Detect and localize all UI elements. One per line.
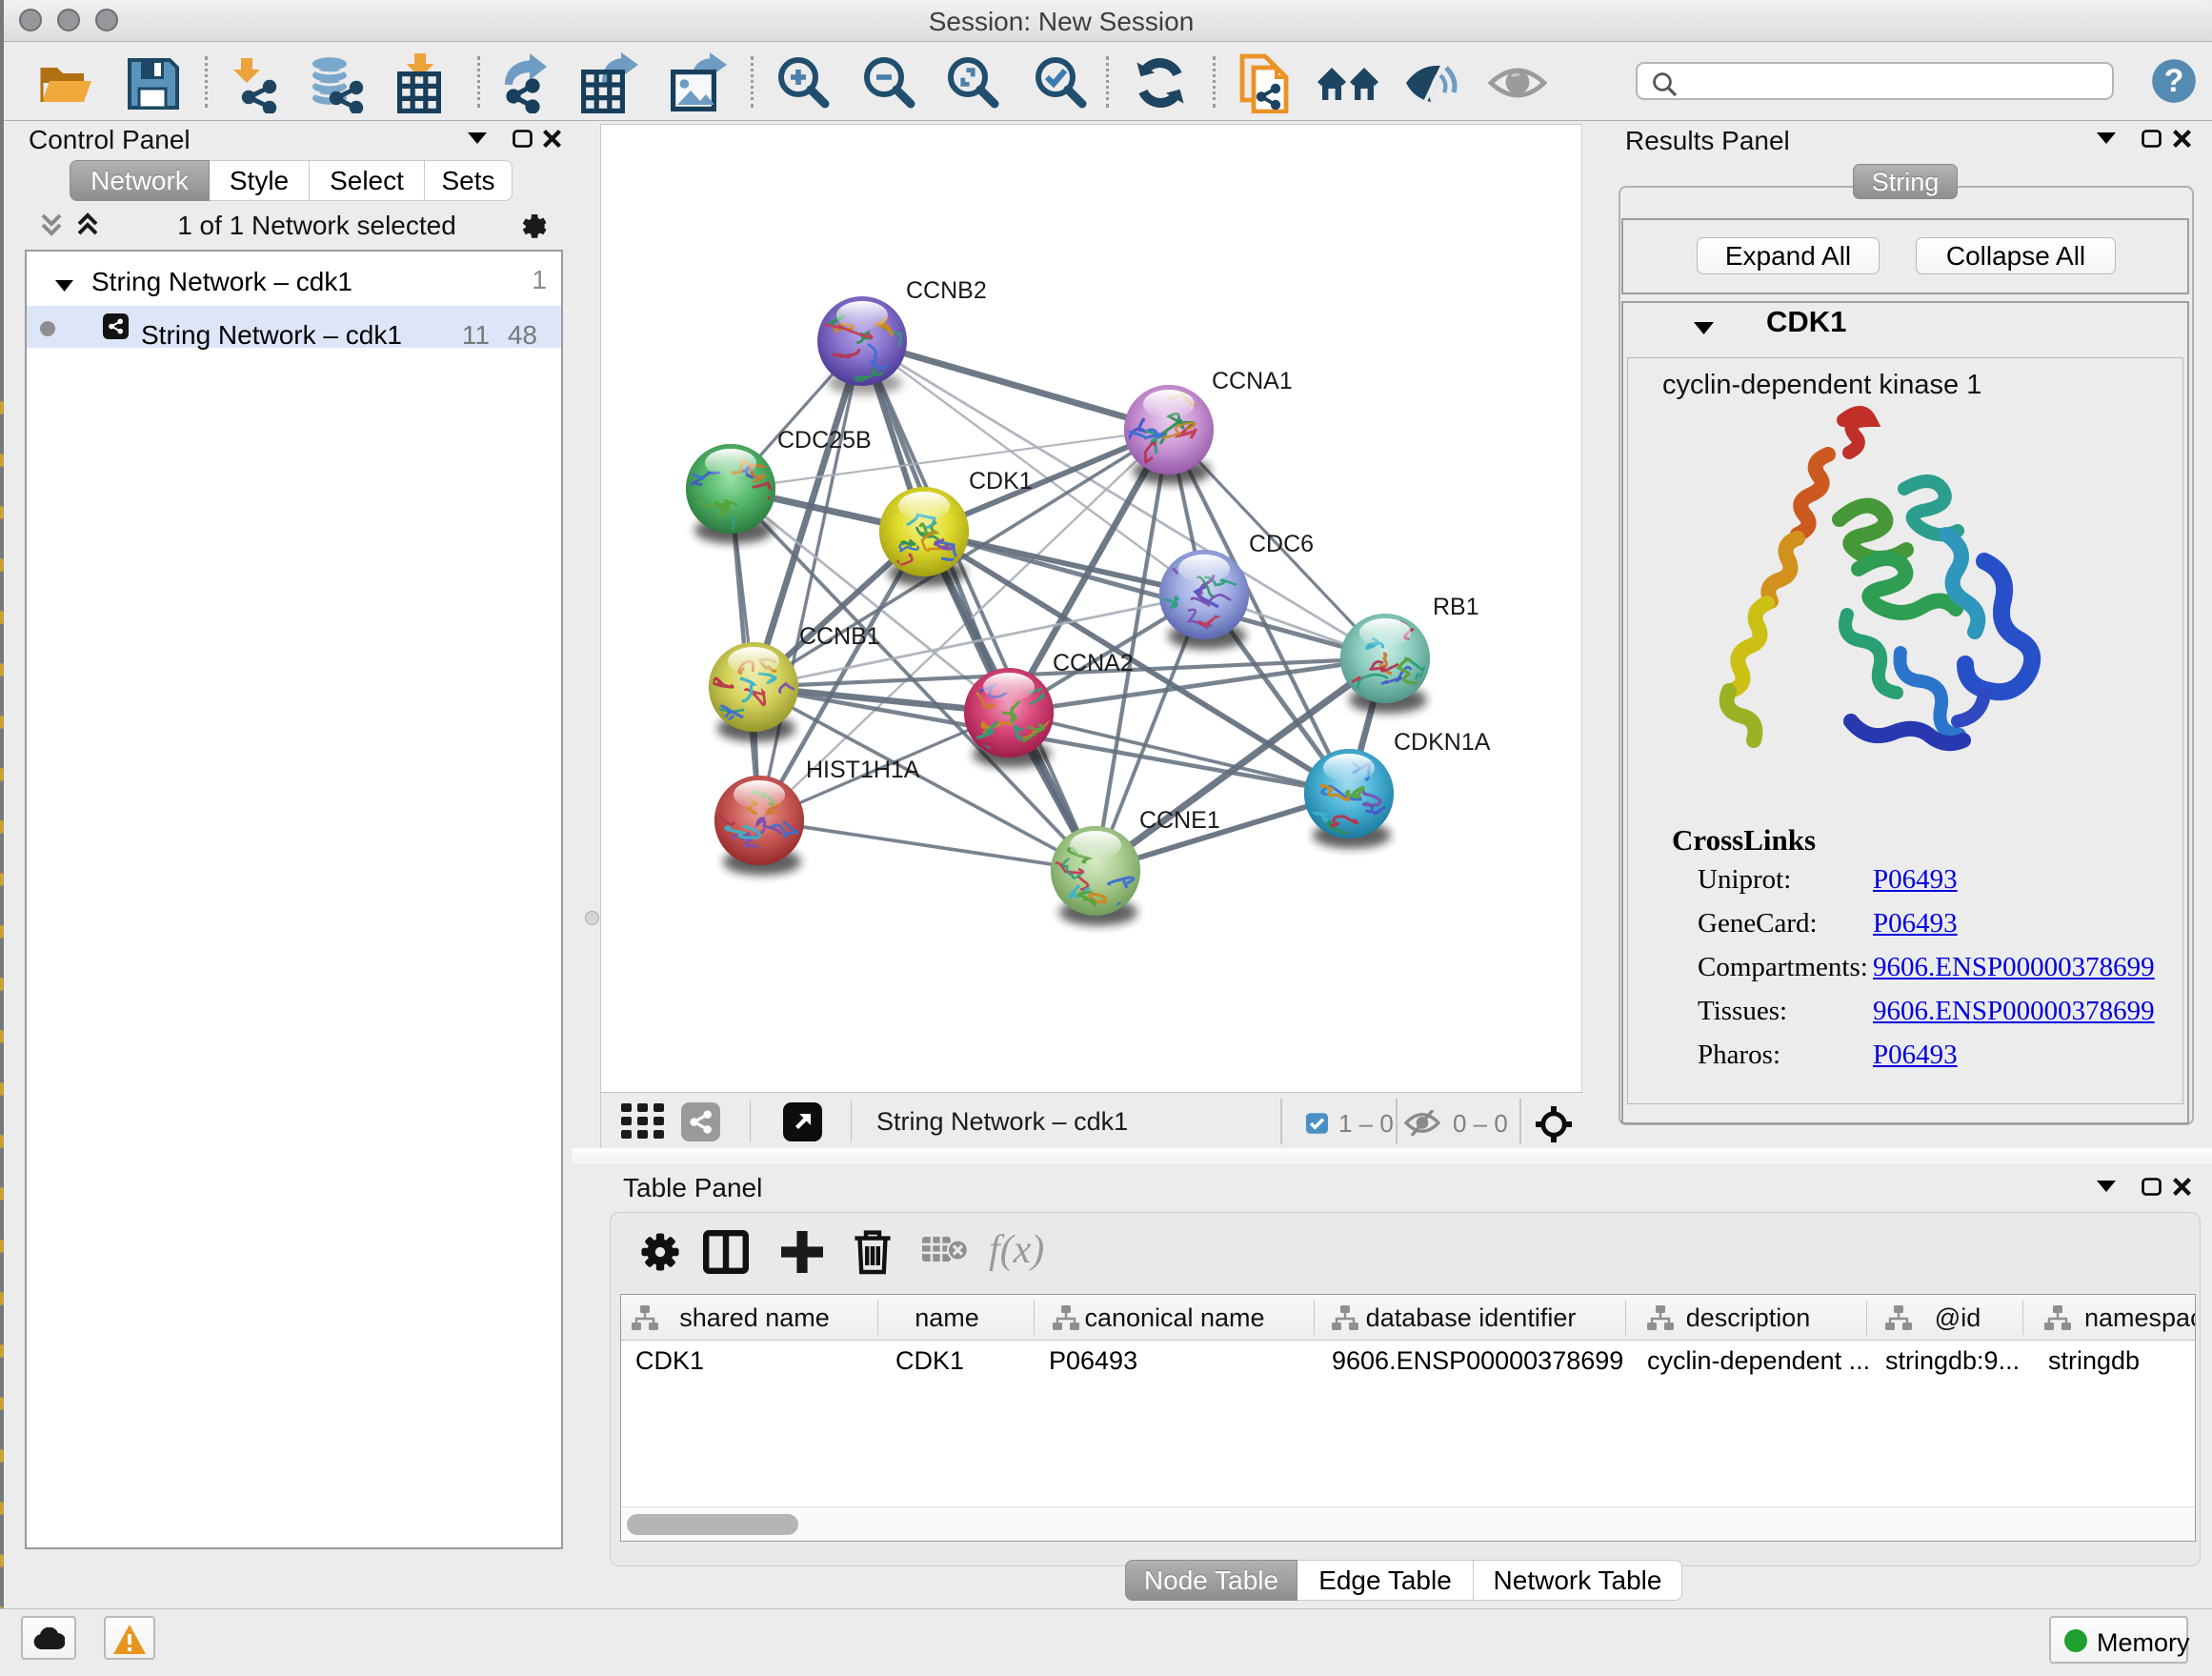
svg-text:HIST1H1A: HIST1H1A bbox=[806, 757, 920, 783]
svg-text:CCNA2: CCNA2 bbox=[1053, 650, 1134, 676]
svg-text:CCNE1: CCNE1 bbox=[1139, 807, 1220, 834]
svg-text:?: ? bbox=[2164, 63, 2184, 99]
svg-text:CDKN1A: CDKN1A bbox=[1394, 729, 1491, 756]
svg-text:CCNB2: CCNB2 bbox=[906, 277, 987, 304]
svg-text:CCNA1: CCNA1 bbox=[1212, 368, 1293, 394]
svg-text:CDK1: CDK1 bbox=[969, 468, 1033, 495]
svg-text:CDC6: CDC6 bbox=[1249, 531, 1314, 557]
svg-text:CCNB1: CCNB1 bbox=[799, 623, 880, 650]
svg-text:RB1: RB1 bbox=[1433, 594, 1479, 620]
svg-text:CDC25B: CDC25B bbox=[777, 427, 872, 454]
